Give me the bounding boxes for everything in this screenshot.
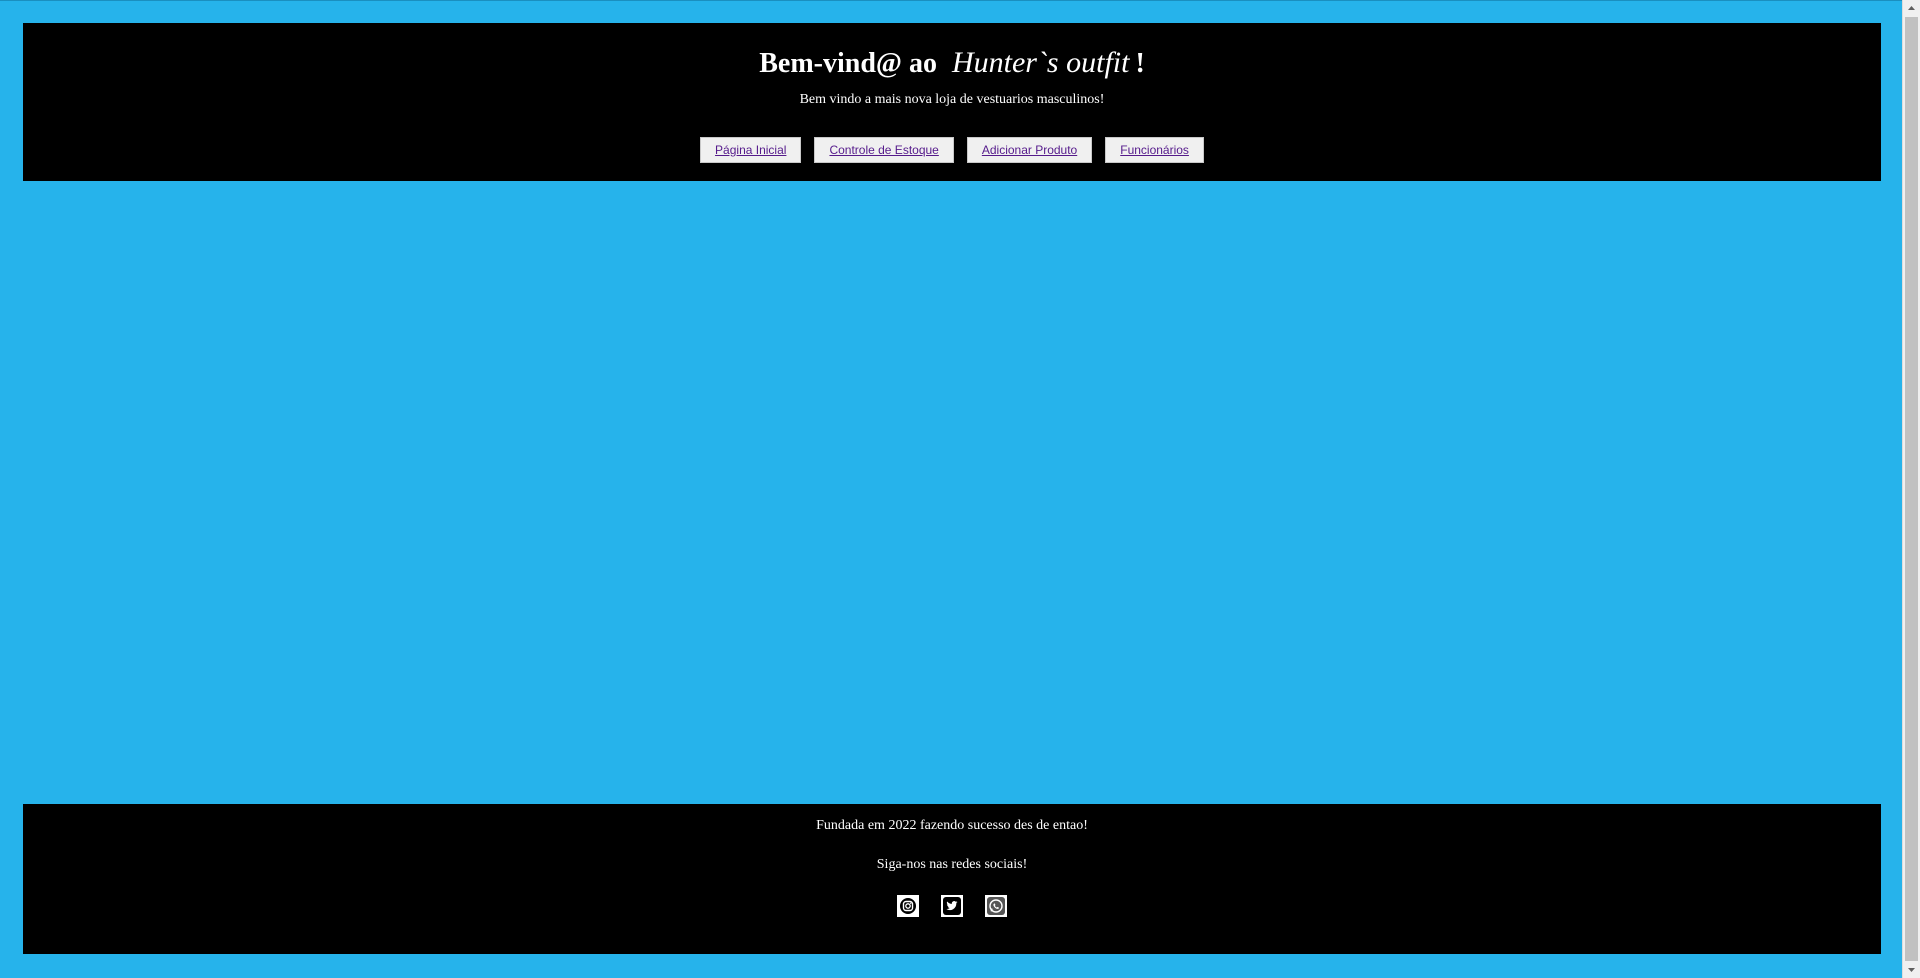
scrollbar-thumb[interactable] [1905,17,1918,961]
title-prefix: Bem-vind@ ao [759,48,937,79]
brand-name: Hunter`s outfit [951,46,1130,79]
twitter-icon[interactable] [941,895,963,917]
nav-stock-control-button[interactable]: Controle de Estoque [814,137,954,163]
top-edge-line [0,0,1902,1]
main-nav: Página Inicial Controle de Estoque Adici… [23,137,1881,163]
scroll-up-arrow-icon[interactable] [1903,0,1920,17]
whatsapp-icon[interactable] [985,895,1007,917]
instagram-icon[interactable] [897,895,919,917]
page-title: Bem-vind@ ao Hunter`s outfit! [23,43,1881,84]
title-suffix: ! [1135,48,1145,79]
vertical-scrollbar[interactable] [1902,0,1920,978]
site-header: Bem-vind@ ao Hunter`s outfit! Bem vindo … [23,23,1881,181]
scroll-down-arrow-icon[interactable] [1903,961,1920,978]
footer-follow-text: Siga-nos nas redes sociais! [876,857,1028,872]
nav-employees-button[interactable]: Funcionários [1105,137,1204,163]
page-subtitle: Bem vindo a mais nova loja de vestuarios… [799,92,1105,107]
site-footer: Fundada em 2022 fazendo sucesso des de e… [23,804,1881,954]
nav-add-product-button[interactable]: Adicionar Produto [966,137,1093,163]
social-links [23,895,1881,917]
nav-home-button[interactable]: Página Inicial [700,137,802,163]
footer-founded-text: Fundada em 2022 fazendo sucesso des de e… [816,818,1088,833]
